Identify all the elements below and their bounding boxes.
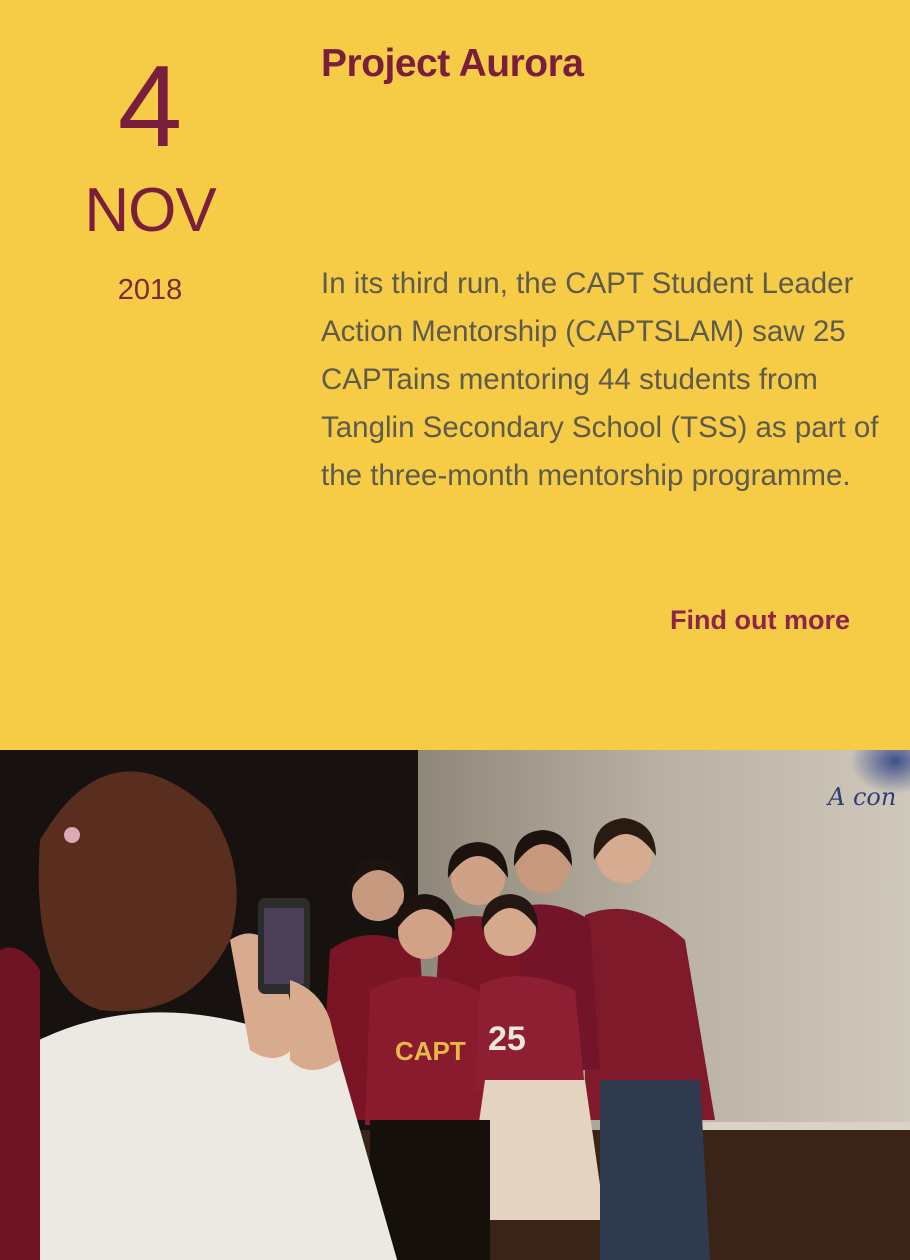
shirt-number: 25 bbox=[488, 1020, 526, 1058]
date-day: 4 bbox=[117, 41, 183, 171]
event-photo: A con CAPT 25 bbox=[0, 750, 910, 1260]
event-card: 4 NOV 2018 Project Aurora In its third r… bbox=[0, 0, 910, 750]
event-title[interactable]: Project Aurora bbox=[321, 42, 584, 86]
find-out-more-link[interactable]: Find out more bbox=[670, 605, 850, 636]
date-year: 2018 bbox=[117, 274, 183, 306]
date-month: NOV bbox=[84, 176, 216, 245]
event-description: In its third run, the CAPT Student Leade… bbox=[321, 267, 879, 492]
screen-text: A con bbox=[826, 783, 896, 811]
shirt-text: CAPT bbox=[395, 1036, 466, 1066]
event-photo-illustration: A con CAPT 25 bbox=[0, 750, 910, 1260]
